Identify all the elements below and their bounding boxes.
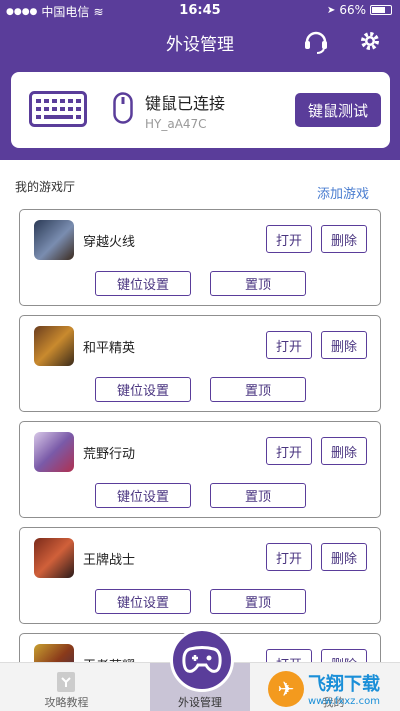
connection-status: 键鼠已连接 xyxy=(145,94,226,113)
open-button[interactable]: 打开 xyxy=(266,331,312,359)
delete-button[interactable]: 删除 xyxy=(321,437,367,465)
open-button[interactable]: 打开 xyxy=(266,225,312,253)
game-icon[interactable] xyxy=(34,326,74,366)
pin-to-top-button[interactable]: 置顶 xyxy=(210,483,306,508)
header-bar: ●●●● 中国电信 ≋ 16:45 ➤ 66% 外设管理 键鼠已连接 HY_aA… xyxy=(0,0,400,160)
game-icon[interactable] xyxy=(34,220,74,260)
delete-button[interactable]: 删除 xyxy=(321,225,367,253)
watermark-title: 飞翔下载 xyxy=(308,674,380,695)
tab-label: 外设管理 xyxy=(178,696,222,709)
location-icon: ➤ xyxy=(326,4,336,16)
game-name: 和平精英 xyxy=(83,341,136,356)
game-card: 穿越火线 打开 删除 键位设置 置顶 xyxy=(19,209,381,306)
pin-to-top-button[interactable]: 置顶 xyxy=(210,377,306,402)
game-icon[interactable] xyxy=(34,432,74,472)
game-icon[interactable] xyxy=(34,538,74,578)
headset-icon[interactable] xyxy=(301,26,331,56)
delete-button[interactable]: 删除 xyxy=(321,331,367,359)
book-icon xyxy=(57,672,75,692)
tab-guides[interactable]: 攻略教程 xyxy=(0,663,133,711)
keymap-settings-button[interactable]: 键位设置 xyxy=(95,483,191,508)
delete-button[interactable]: 删除 xyxy=(321,543,367,571)
page-title: 外设管理 xyxy=(166,35,234,55)
keymap-settings-button[interactable]: 键位设置 xyxy=(95,377,191,402)
device-status-card: 键鼠已连接 HY_aA47C 键鼠测试 xyxy=(11,72,390,148)
watermark: ✈ 飞翔下载 www.fxxz.com xyxy=(268,670,380,707)
open-button[interactable]: 打开 xyxy=(266,543,312,571)
pin-to-top-button[interactable]: 置顶 xyxy=(210,589,306,614)
battery-percent: 66% xyxy=(339,3,366,17)
battery-icon xyxy=(370,5,392,15)
mouse-icon xyxy=(113,92,133,128)
game-card: 王牌战士 打开 删除 键位设置 置顶 xyxy=(19,527,381,624)
keymap-settings-button[interactable]: 键位设置 xyxy=(95,271,191,296)
keyboard-icon xyxy=(29,91,87,131)
open-button[interactable]: 打开 xyxy=(266,437,312,465)
keymap-settings-button[interactable]: 键位设置 xyxy=(95,589,191,614)
game-name: 王牌战士 xyxy=(83,553,136,568)
watermark-logo-icon: ✈ xyxy=(268,670,304,707)
add-game-link[interactable]: 添加游戏 xyxy=(317,183,369,202)
section-title: 我的游戏厅 xyxy=(15,180,76,194)
game-card: 和平精英 打开 删除 键位设置 置顶 xyxy=(19,315,381,412)
tab-label: 攻略教程 xyxy=(44,696,89,709)
game-name: 荒野行动 xyxy=(83,447,136,462)
pin-to-top-button[interactable]: 置顶 xyxy=(210,271,306,296)
watermark-url: www.fxxz.com xyxy=(308,696,380,707)
game-card: 荒野行动 打开 删除 键位设置 置顶 xyxy=(19,421,381,518)
device-id: HY_aA47C xyxy=(145,117,207,131)
gamepad-icon[interactable] xyxy=(170,628,234,692)
gear-icon[interactable] xyxy=(355,26,385,56)
game-name: 穿越火线 xyxy=(83,235,136,250)
device-test-button[interactable]: 键鼠测试 xyxy=(295,93,381,127)
status-bar: ●●●● 中国电信 ≋ 16:45 ➤ 66% xyxy=(0,0,400,22)
